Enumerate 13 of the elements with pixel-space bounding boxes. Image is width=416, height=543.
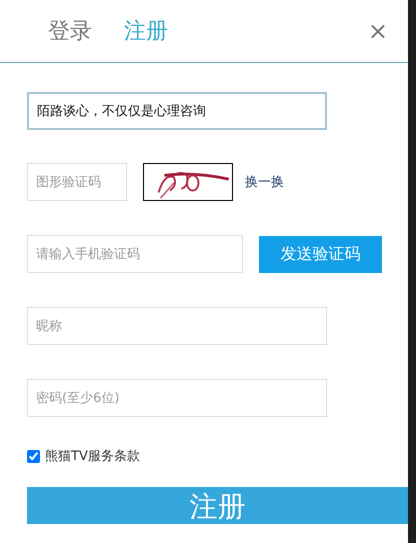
refresh-link[interactable]: 换一换 [245,173,284,191]
nickname-field[interactable]: 昵称 [27,307,327,345]
slogan-field[interactable]: 陌路谈心，不仅仅是心理咨询 [27,92,327,130]
register-button[interactable]: 注册 [27,487,408,524]
captcha-field[interactable]: 图形验证码 [27,163,127,201]
tab[interactable]: 登录 [48,16,92,46]
sms-code-field[interactable]: 请输入手机验证码 [27,235,243,273]
close-button[interactable]: × [368,17,388,45]
terms-label: 熊猫TV服务条款 [45,448,140,465]
password-field[interactable]: 密码(至少6位) [27,379,327,417]
send-code-button[interactable]: 发送验证码 [259,236,382,272]
terms-checkbox[interactable] [27,450,40,462]
tab[interactable]: 注册 [124,16,168,46]
